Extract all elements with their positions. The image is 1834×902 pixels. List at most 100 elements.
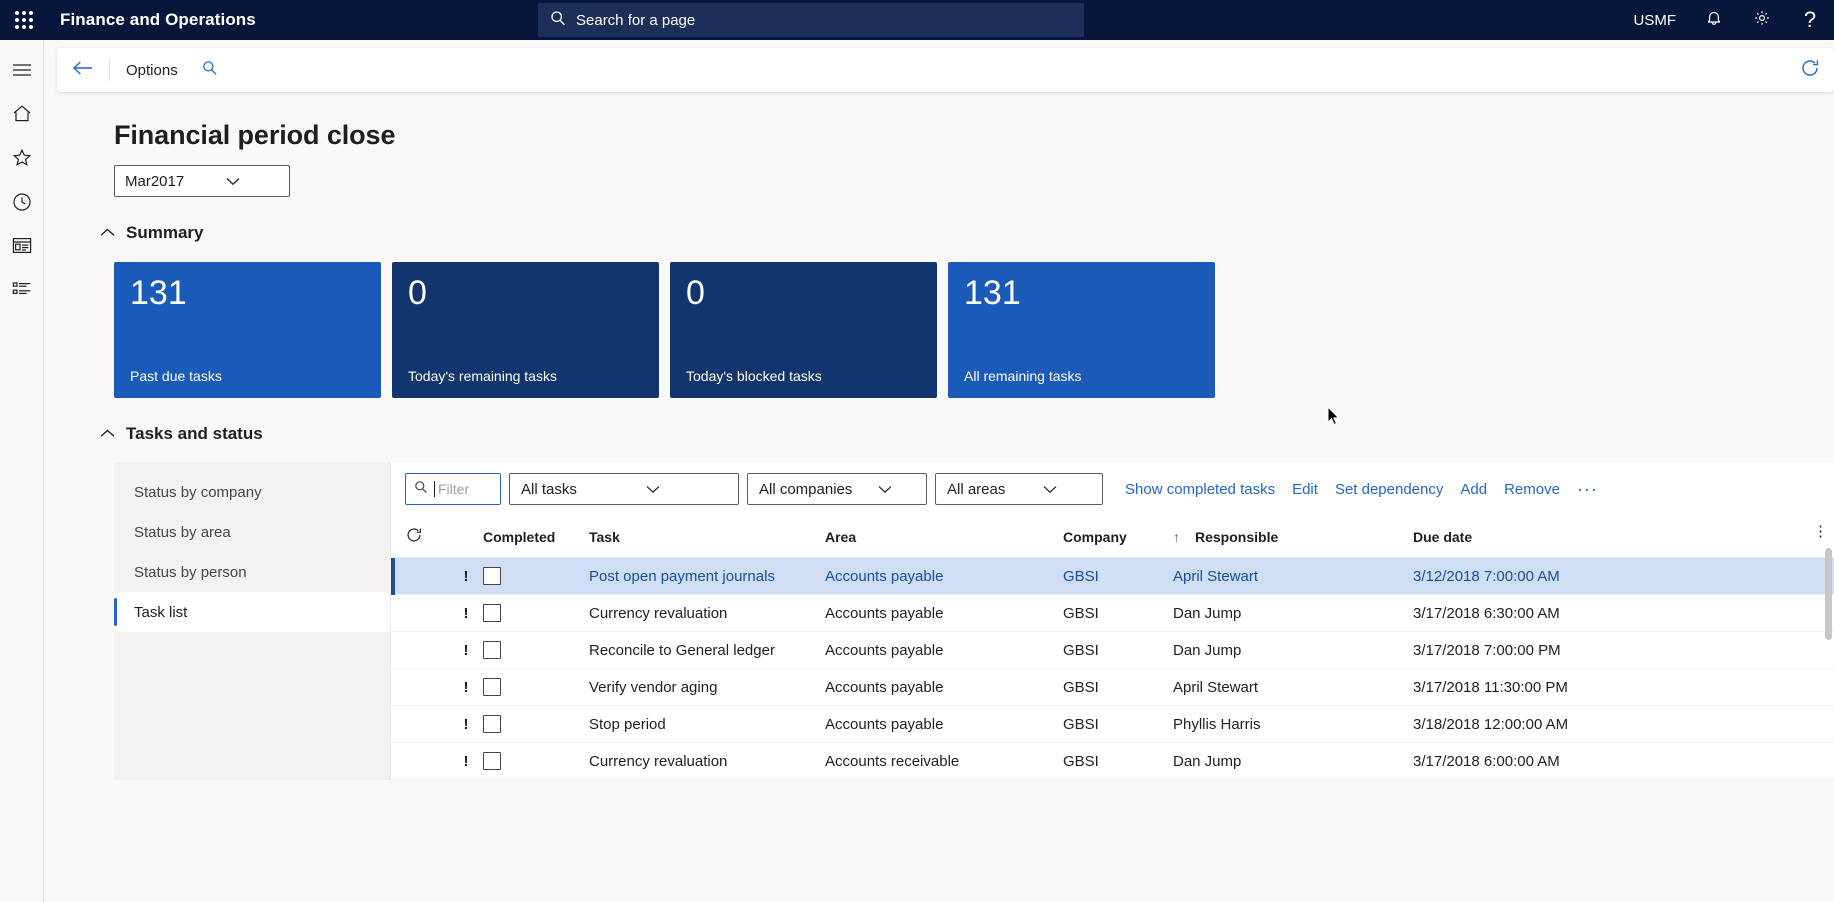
page-search-button[interactable] <box>194 60 226 81</box>
responsible-cell[interactable]: Dan Jump <box>1173 743 1413 780</box>
completed-checkbox[interactable] <box>483 715 501 733</box>
due-date-column-header[interactable]: Due date <box>1413 516 1834 558</box>
tile-label: Today's blocked tasks <box>686 368 921 384</box>
refresh-icon <box>405 531 423 547</box>
area-cell[interactable]: Accounts payable <box>825 632 1063 669</box>
responsible-cell[interactable]: April Stewart <box>1173 669 1413 706</box>
refresh-icon <box>1800 58 1820 83</box>
company-cell[interactable]: GBSI <box>1063 743 1173 780</box>
notifications-button[interactable] <box>1690 0 1738 40</box>
global-search-box[interactable]: Search for a page <box>538 3 1084 37</box>
completed-checkbox[interactable] <box>483 604 501 622</box>
task-grid-container: Filter All tasks All companies <box>390 462 1834 780</box>
responsible-cell[interactable]: Phyllis Harris <box>1173 706 1413 743</box>
all-areas-dropdown[interactable]: All areas <box>935 473 1103 505</box>
completed-checkbox-cell[interactable] <box>483 743 589 780</box>
remove-button[interactable]: Remove <box>1504 481 1560 498</box>
table-row[interactable]: ! Currency revaluation Accounts payable … <box>391 595 1834 632</box>
area-cell[interactable]: Accounts payable <box>825 669 1063 706</box>
filter-input[interactable]: Filter <box>405 473 501 505</box>
back-button[interactable] <box>57 48 109 92</box>
completed-checkbox-cell[interactable] <box>483 669 589 706</box>
responsible-cell[interactable]: Dan Jump <box>1173 595 1413 632</box>
task-name-cell[interactable]: Verify vendor aging <box>589 669 825 706</box>
completed-checkbox[interactable] <box>483 678 501 696</box>
grid-refresh-button[interactable] <box>391 516 449 558</box>
task-name-cell[interactable]: Reconcile to General ledger <box>589 632 825 669</box>
responsible-cell[interactable]: April Stewart <box>1173 558 1413 595</box>
task-name-cell[interactable]: Stop period <box>589 706 825 743</box>
area-cell[interactable]: Accounts receivable <box>825 743 1063 780</box>
tab-task-list[interactable]: Task list <box>114 592 390 632</box>
company-cell[interactable]: GBSI <box>1063 558 1173 595</box>
task-name-cell[interactable]: Currency revaluation <box>589 743 825 780</box>
navigation-menu-button[interactable] <box>0 50 44 94</box>
refresh-button[interactable] <box>1800 58 1820 83</box>
completed-checkbox[interactable] <box>483 567 501 585</box>
due-date-cell[interactable]: 3/17/2018 11:30:00 PM <box>1413 669 1834 706</box>
area-column-header[interactable]: Area <box>825 516 1063 558</box>
area-cell[interactable]: Accounts payable <box>825 706 1063 743</box>
sidebar-item-favorites[interactable] <box>0 138 44 182</box>
help-button[interactable]: ? <box>1786 0 1834 40</box>
task-name-cell[interactable]: Post open payment journals <box>589 558 825 595</box>
company-cell[interactable]: GBSI <box>1063 669 1173 706</box>
more-vertical-icon[interactable]: ⋮ <box>1813 524 1828 539</box>
area-cell[interactable]: Accounts payable <box>825 558 1063 595</box>
company-column-header[interactable]: Company <box>1063 516 1173 558</box>
table-row[interactable]: ! Stop period Accounts payable GBSI Phyl… <box>391 706 1834 743</box>
edit-button[interactable]: Edit <box>1292 481 1318 498</box>
set-dependency-button[interactable]: Set dependency <box>1335 481 1443 498</box>
table-row[interactable]: ! Verify vendor aging Accounts payable G… <box>391 669 1834 706</box>
tile-past-due-tasks[interactable]: 131 Past due tasks <box>114 262 381 398</box>
due-date-cell[interactable]: 3/12/2018 7:00:00 AM <box>1413 558 1834 595</box>
tile-todays-blocked-tasks[interactable]: 0 Today's blocked tasks <box>670 262 937 398</box>
sidebar-item-workspaces[interactable] <box>0 226 44 270</box>
responsible-cell[interactable]: Dan Jump <box>1173 632 1413 669</box>
summary-section-header[interactable]: Summary <box>100 223 1834 243</box>
company-cell[interactable]: GBSI <box>1063 595 1173 632</box>
due-date-cell[interactable]: 3/18/2018 12:00:00 AM <box>1413 706 1834 743</box>
completed-checkbox[interactable] <box>483 752 501 770</box>
add-button[interactable]: Add <box>1460 481 1487 498</box>
table-row[interactable]: ! Reconcile to General ledger Accounts p… <box>391 632 1834 669</box>
company-selector[interactable]: USMF <box>1620 12 1691 29</box>
due-date-cell[interactable]: 3/17/2018 6:30:00 AM <box>1413 595 1834 632</box>
tab-status-by-company[interactable]: Status by company <box>114 472 390 512</box>
grid-vertical-scrollbar[interactable] <box>1825 548 1832 640</box>
period-select[interactable]: Mar2017 <box>114 165 290 197</box>
company-cell[interactable]: GBSI <box>1063 632 1173 669</box>
show-completed-tasks-button[interactable]: Show completed tasks <box>1125 481 1275 498</box>
all-companies-dropdown[interactable]: All companies <box>747 473 927 505</box>
options-tab[interactable]: Options <box>110 62 194 79</box>
sidebar-item-recent[interactable] <box>0 182 44 226</box>
completed-checkbox-cell[interactable] <box>483 706 589 743</box>
area-cell[interactable]: Accounts payable <box>825 595 1063 632</box>
all-tasks-dropdown[interactable]: All tasks <box>509 473 739 505</box>
completed-checkbox-cell[interactable] <box>483 632 589 669</box>
table-row[interactable]: ! Currency revaluation Accounts receivab… <box>391 743 1834 780</box>
tab-status-by-area[interactable]: Status by area <box>114 512 390 552</box>
sidebar-item-home[interactable] <box>0 94 44 138</box>
completed-checkbox[interactable] <box>483 641 501 659</box>
due-date-cell[interactable]: 3/17/2018 6:00:00 AM <box>1413 743 1834 780</box>
sidebar-item-modules[interactable] <box>0 270 44 314</box>
waffle-menu-button[interactable] <box>0 0 48 40</box>
task-column-header[interactable]: Task <box>589 516 825 558</box>
completed-checkbox-cell[interactable] <box>483 558 589 595</box>
overflow-menu-button[interactable]: ··· <box>1577 479 1598 500</box>
task-name-cell[interactable]: Currency revaluation <box>589 595 825 632</box>
table-row[interactable]: ! Post open payment journals Accounts pa… <box>391 558 1834 595</box>
company-cell[interactable]: GBSI <box>1063 706 1173 743</box>
settings-button[interactable] <box>1738 0 1786 40</box>
tab-status-by-person[interactable]: Status by person <box>114 552 390 592</box>
responsible-column-header[interactable]: ↑Responsible <box>1173 516 1413 558</box>
tile-all-remaining-tasks[interactable]: 131 All remaining tasks <box>948 262 1215 398</box>
due-date-cell[interactable]: 3/17/2018 7:00:00 PM <box>1413 632 1834 669</box>
completed-checkbox-cell[interactable] <box>483 595 589 632</box>
bell-icon <box>1705 9 1723 32</box>
completed-column-header[interactable]: Completed <box>483 516 589 558</box>
tile-todays-remaining-tasks[interactable]: 0 Today's remaining tasks <box>392 262 659 398</box>
tasks-section-header[interactable]: Tasks and status <box>100 424 1834 444</box>
task-grid: Completed Task Area Company ↑Responsible… <box>391 516 1834 780</box>
